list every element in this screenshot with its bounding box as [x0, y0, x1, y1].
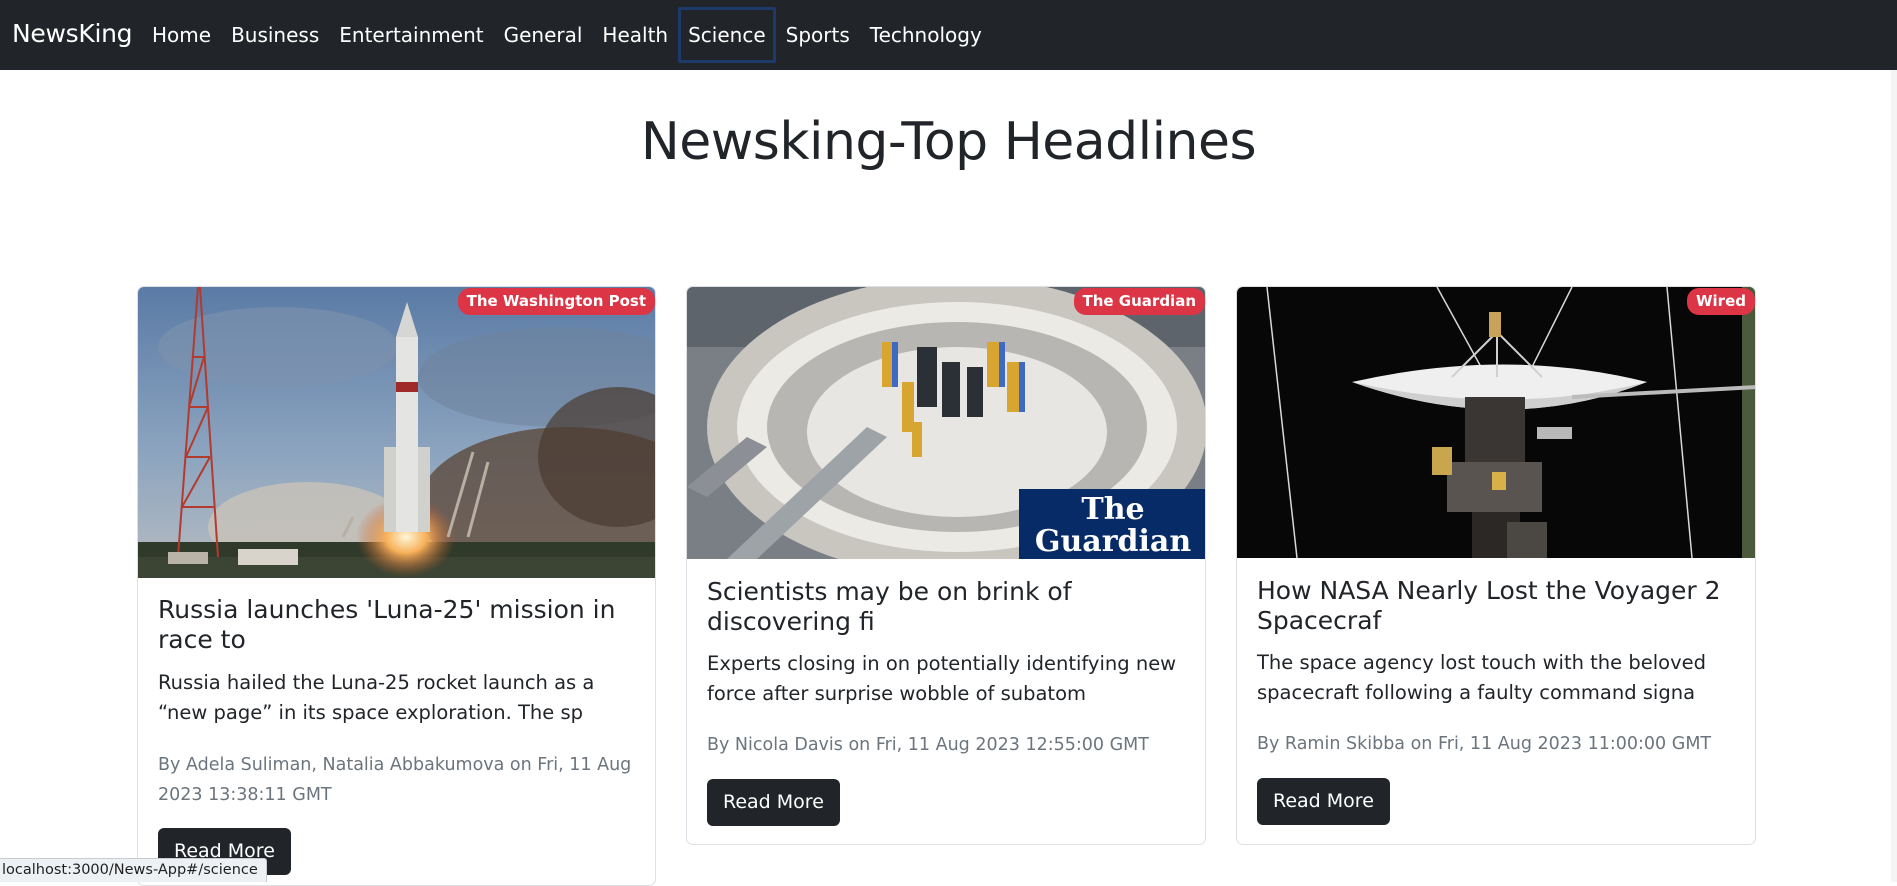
read-more-button[interactable]: Read More: [1257, 778, 1390, 825]
nav-link-business[interactable]: Business: [221, 7, 329, 63]
news-card: Wired How NASA Nearly Lost the Voyager 2…: [1236, 286, 1756, 845]
nav-link-home[interactable]: Home: [142, 7, 221, 63]
card-description: Russia hailed the Luna-25 rocket launch …: [158, 668, 638, 728]
page-scrollbar[interactable]: [1891, 70, 1897, 882]
card-title: Russia launches 'Luna-25' mission in rac…: [158, 595, 638, 655]
nav-link-health[interactable]: Health: [592, 7, 678, 63]
card-meta: By Nicola Davis on Fri, 11 Aug 2023 12:5…: [707, 730, 1187, 760]
card-meta: By Ramin Skibba on Fri, 11 Aug 2023 11:0…: [1257, 729, 1737, 759]
card-description: Experts closing in on potentially identi…: [707, 649, 1187, 709]
card-title: How NASA Nearly Lost the Voyager 2 Space…: [1257, 576, 1737, 636]
source-badge: The Washington Post: [458, 288, 655, 315]
source-badge: The Guardian: [1074, 288, 1206, 315]
nav-link-science[interactable]: Science: [678, 7, 776, 63]
source-badge: Wired: [1687, 288, 1755, 315]
voyager-spacecraft-image: Wired: [1237, 287, 1755, 558]
nav-link-general[interactable]: General: [494, 7, 593, 63]
particle-lab-image: The Guardian The Guardian: [687, 287, 1205, 559]
nav-link-technology[interactable]: Technology: [860, 7, 992, 63]
nav-link-sports[interactable]: Sports: [776, 7, 860, 63]
card-title: Scientists may be on brink of discoverin…: [707, 577, 1187, 637]
news-card: The Guardian The Guardian Scientists may…: [686, 286, 1206, 845]
guardian-logo: The: [1081, 492, 1144, 527]
nav-link-entertainment[interactable]: Entertainment: [329, 7, 493, 63]
news-card: The Washington Post Russia launches 'Lun…: [137, 286, 656, 886]
page-title: Newsking-Top Headlines: [0, 112, 1897, 172]
brand-link[interactable]: NewsKing: [12, 19, 132, 48]
rocket-launch-image: The Washington Post: [138, 287, 655, 578]
card-meta: By Adela Suliman, Natalia Abbakumova on …: [158, 750, 638, 810]
nav-links: Home Business Entertainment General Heal…: [142, 0, 992, 70]
read-more-button[interactable]: Read More: [707, 779, 840, 826]
guardian-logo: Guardian: [1035, 524, 1191, 559]
card-description: The space agency lost touch with the bel…: [1257, 648, 1737, 708]
status-bar-url: localhost:3000/News-App#/science: [0, 858, 267, 882]
navbar: NewsKing Home Business Entertainment Gen…: [0, 0, 1897, 70]
